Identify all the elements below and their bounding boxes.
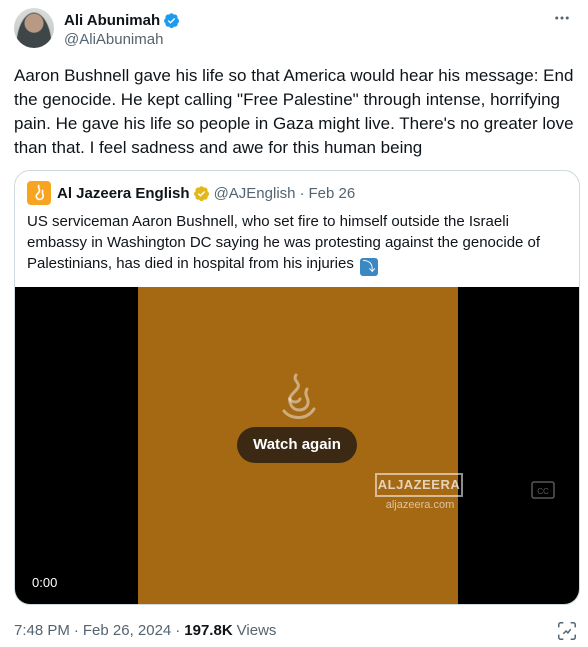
watch-again-button[interactable]: Watch again	[237, 427, 357, 463]
arrow-down-emoji-icon: ⤵	[360, 258, 379, 276]
quoted-text-body: US serviceman Aaron Bushnell, who set fi…	[27, 213, 541, 272]
author-name-row: Ali Abunimah	[64, 10, 180, 30]
tweet-time[interactable]: 7:48 PM	[14, 622, 70, 639]
author-name[interactable]: Ali Abunimah	[64, 12, 160, 29]
verified-badge-icon	[164, 12, 180, 28]
quoted-separator: ·	[299, 184, 305, 202]
views-label: Views	[236, 622, 277, 639]
views-count: 197.8K	[184, 622, 233, 639]
avatar[interactable]	[14, 8, 54, 48]
aljazeera-domain: aljazeera.com	[385, 499, 455, 511]
quoted-author-handle: @AJEnglish	[213, 184, 296, 202]
analytics-icon[interactable]	[556, 620, 578, 642]
tweet-date[interactable]: Feb 26, 2024	[83, 622, 171, 639]
aljazeera-logo-icon	[35, 184, 45, 201]
video-time: 0:00	[32, 575, 58, 590]
quoted-tweet[interactable]: Al Jazeera English @AJEnglish · Feb 26 U…	[14, 170, 580, 605]
quoted-date: Feb 26	[308, 184, 356, 202]
video-player[interactable]: ALJAZEERA aljazeera.com Watch again 0:00…	[15, 287, 579, 604]
more-options-icon[interactable]	[552, 8, 572, 28]
tweet-text: Aaron Bushnell gave his life so that Ame…	[14, 66, 574, 157]
aljazeera-wordmark: ALJAZEERA	[375, 473, 463, 497]
quoted-avatar	[27, 181, 51, 205]
svg-text:CC: CC	[537, 487, 549, 496]
tweet-meta: 7:48 PM · Feb 26, 2024 · 197.8K Views	[14, 622, 276, 639]
quoted-tweet-header: Al Jazeera English @AJEnglish · Feb 26	[27, 181, 356, 205]
tweet-header: Ali Abunimah @AliAbunimah	[14, 8, 574, 52]
caption-icon[interactable]: CC	[531, 481, 555, 499]
meta-separator: ·	[73, 622, 79, 639]
quoted-tweet-text: US serviceman Aaron Bushnell, who set fi…	[27, 211, 567, 276]
quoted-author-name: Al Jazeera English	[57, 184, 190, 202]
meta-separator: ·	[175, 622, 181, 639]
aljazeera-watermark-icon	[282, 373, 316, 419]
author-handle[interactable]: @AliAbunimah	[64, 31, 163, 48]
verified-org-badge-icon	[193, 185, 209, 201]
